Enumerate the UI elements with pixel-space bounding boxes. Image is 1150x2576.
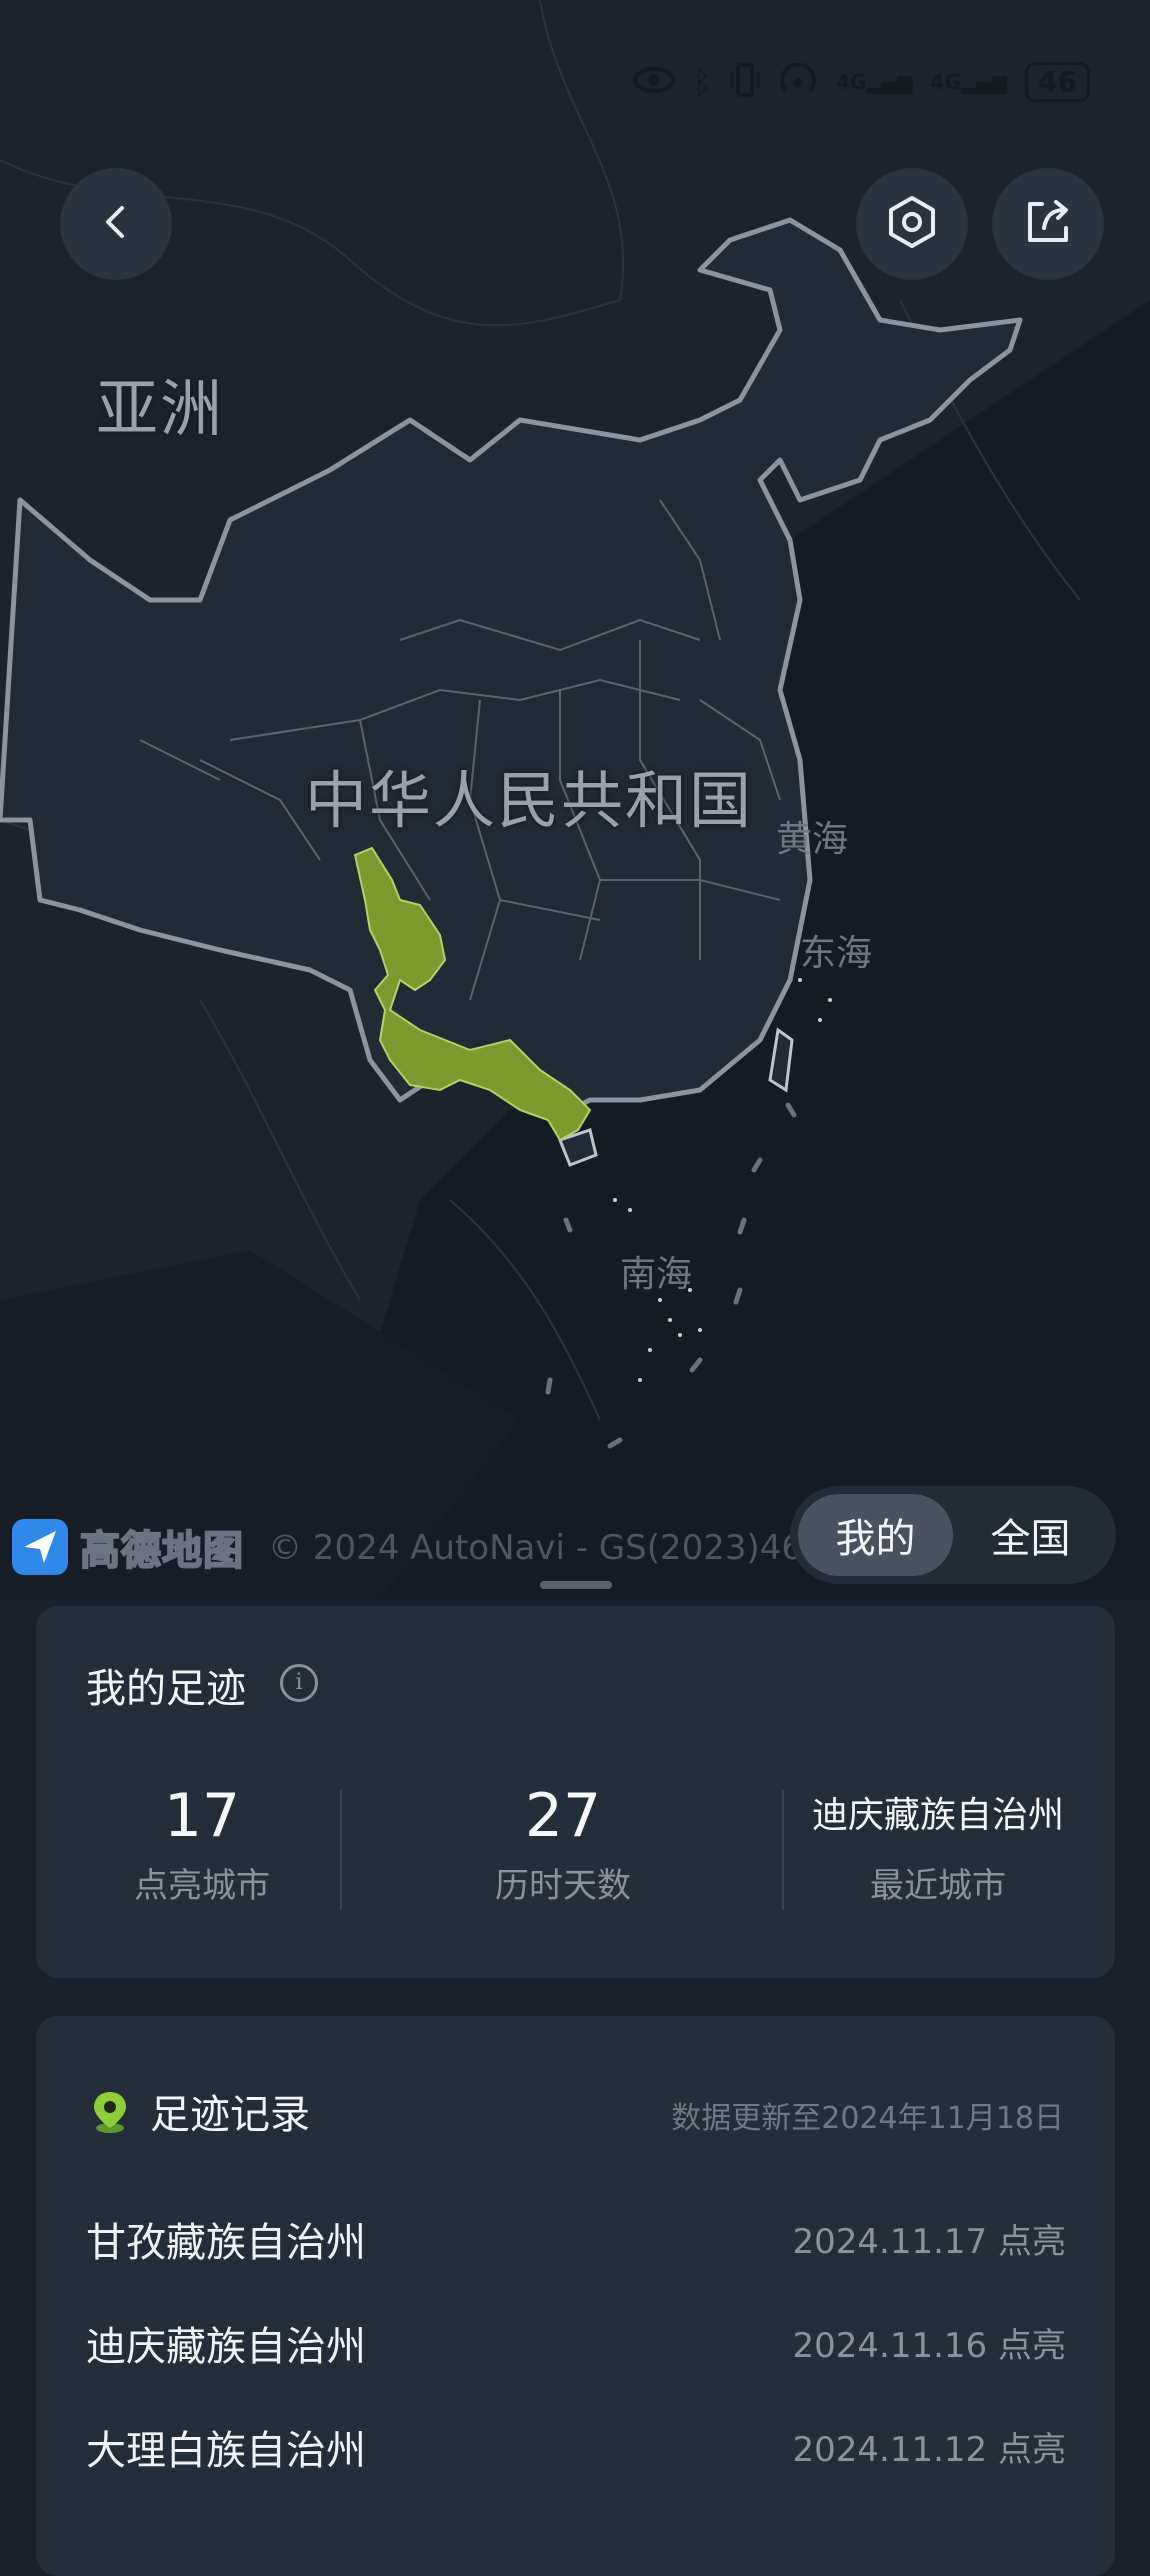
eye-icon — [632, 65, 675, 99]
stat-value: 27 — [524, 1781, 602, 1851]
settings-icon — [884, 194, 940, 254]
hotspot-icon — [778, 62, 818, 101]
location-pin-icon — [90, 2090, 130, 2134]
record-name: 迪庆藏族自治州 — [86, 2324, 366, 2370]
record-row[interactable]: 甘孜藏族自治州 2024.11.17 点亮 — [86, 2210, 1066, 2270]
stat-lit-cities: 17 点亮城市 — [32, 1780, 372, 1907]
record-name: 大理白族自治州 — [86, 2428, 366, 2474]
status-bar: 13:19 ᛒ 4G▂▄▆ 4G▂▄▆ 46 — [0, 48, 1150, 118]
map-view[interactable]: 亚洲 中华人民共和国 黄海 东海 南海 13:19 ᛒ 4G▂▄▆ 4G▂▄▆ … — [0, 0, 1150, 1600]
record-name: 甘孜藏族自治州 — [86, 2220, 366, 2266]
vibrate-icon — [730, 63, 760, 101]
battery-icon: 46 — [1025, 62, 1090, 102]
amap-logo-icon — [12, 1519, 68, 1575]
toggle-mine[interactable]: 我的 — [798, 1494, 953, 1576]
back-button[interactable] — [60, 168, 172, 280]
stat-divider — [340, 1790, 342, 1910]
record-date: 2024.11.12 点亮 — [792, 2430, 1066, 2470]
sheet-drag-handle[interactable] — [540, 1581, 612, 1589]
update-timestamp: 数据更新至2024年11月18日 — [671, 2101, 1064, 2136]
view-toggle: 我的 全国 — [790, 1486, 1116, 1584]
country-label: 中华人民共和国 — [305, 764, 754, 837]
records-title: 足迹记录 — [150, 2092, 310, 2138]
settings-button[interactable] — [856, 168, 968, 280]
map-copyright: © 2024 AutoNavi - GS(2023)467... — [268, 1528, 858, 1568]
share-icon — [1020, 194, 1076, 254]
stat-value: 迪庆藏族自治州 — [811, 1795, 1064, 1836]
sea-label-east: 东海 — [800, 933, 873, 974]
stat-label: 最近城市 — [870, 1866, 1006, 1906]
stat-label: 历时天数 — [495, 1866, 631, 1906]
record-date: 2024.11.17 点亮 — [792, 2222, 1066, 2262]
signal-icon-1: 4G▂▄▆ — [836, 70, 913, 94]
sea-label-yellow: 黄海 — [776, 819, 849, 860]
stat-days: 27 历时天数 — [393, 1780, 733, 1907]
back-icon — [96, 202, 136, 246]
record-row[interactable]: 大理白族自治州 2024.11.12 点亮 — [86, 2418, 1066, 2478]
bluetooth-icon: ᛒ — [692, 63, 713, 101]
stat-label: 点亮城市 — [134, 1866, 270, 1906]
share-button[interactable] — [992, 168, 1104, 280]
toggle-all[interactable]: 全国 — [953, 1494, 1108, 1576]
map-logo: 高德地图 — [12, 1518, 244, 1576]
status-time: 13:19 — [400, 60, 516, 106]
stat-recent-city: 迪庆藏族自治州 最近城市 — [768, 1780, 1108, 1907]
footprint-title: 我的足迹 — [86, 1666, 246, 1712]
logo-text: 高德地图 — [79, 1527, 244, 1575]
sea-label-south: 南海 — [620, 1254, 693, 1295]
stat-value: 17 — [163, 1781, 241, 1851]
record-row[interactable]: 迪庆藏族自治州 2024.11.16 点亮 — [86, 2314, 1066, 2374]
record-date: 2024.11.16 点亮 — [792, 2326, 1066, 2366]
signal-icon-2: 4G▂▄▆ — [930, 70, 1008, 94]
info-icon[interactable]: i — [280, 1664, 318, 1702]
continent-label: 亚洲 — [96, 372, 225, 445]
